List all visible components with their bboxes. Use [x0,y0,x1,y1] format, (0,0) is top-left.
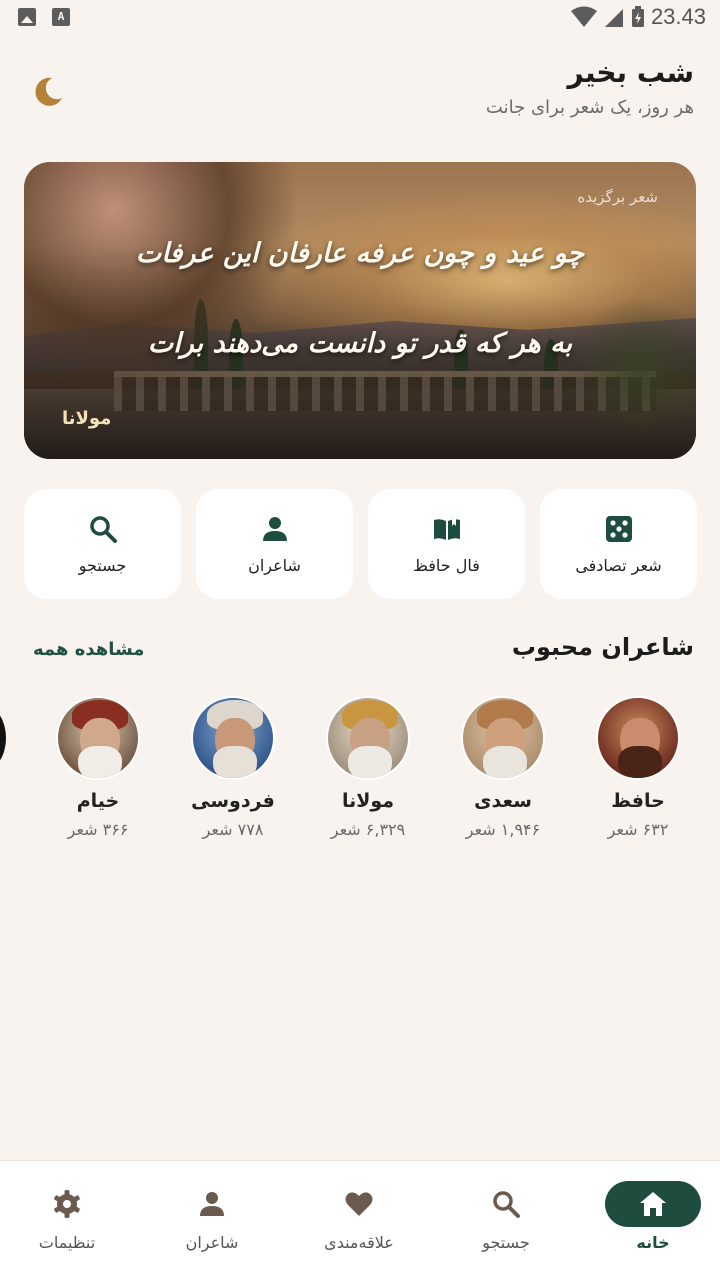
moon-icon[interactable] [30,74,66,110]
poet-count: ۳۶۶ شعر [67,820,129,839]
keyboard-notification-icon: A [52,8,70,26]
poet-name: خیام [76,790,120,812]
quick-actions: شعر تصادفی فال حافظ شاعران جستجو [24,489,697,599]
nav-poets-label: شاعران [185,1233,239,1252]
home-icon [640,1192,666,1216]
poet-count: ۷۷۸ شعر [202,820,264,839]
hafez-fortune-button[interactable]: فال حافظ [368,489,525,599]
greeting-title: شب بخیر [567,56,694,89]
poet-name: مولانا [341,790,395,812]
gear-icon [54,1190,80,1218]
greeting-subtitle: هر روز، یک شعر برای جانت [485,97,694,118]
hafez-fortune-label: فال حافظ [413,555,480,575]
nav-favorites-label: علاقه‌مندی [324,1233,394,1252]
featured-label: شعر برگزیده [577,188,658,206]
poet-name: سعدی [474,790,532,812]
poet-card-saadi[interactable]: سعدی ۱,۹۴۶ شعر [438,696,568,839]
poets-button[interactable]: شاعران [196,489,353,599]
person-icon [200,1192,224,1216]
status-bar: A 23.43 [0,0,720,36]
nav-home-label: خانه [636,1233,670,1252]
nav-search[interactable]: جستجو [446,1181,566,1252]
dice-icon [605,515,632,542]
poets-carousel[interactable]: حافظ ۶۳۲ شعر سعدی ۱,۹۴۶ شعر مولانا ۶,۳۲۹… [0,696,720,856]
search-label: جستجو [78,555,127,575]
poet-count: ۶,۳۲۹ شعر [330,820,406,839]
featured-poem-card[interactable]: شعر برگزیده چو عید و چون عرفه عارفان این… [24,162,696,459]
poem-verse-2: به هر که قدر تو دانست می‌دهند برات [147,328,573,359]
heart-icon [345,1192,373,1216]
poet-card-molana[interactable]: مولانا ۶,۳۲۹ شعر [303,696,433,839]
poet-card-hafez[interactable]: حافظ ۶۳۲ شعر [573,696,703,839]
poet-name: حافظ [611,790,665,812]
avatar [461,696,545,780]
random-poem-button[interactable]: شعر تصادفی [540,489,697,599]
wifi-icon [570,6,597,27]
home-screen: A 23.43 شب بخیر هر روز، یک شعر برای جانت… [0,0,720,1280]
search-icon [493,1191,520,1218]
nav-settings-label: تنظیمات [38,1233,96,1252]
signal-icon [604,9,623,27]
avatar [56,696,140,780]
poet-card-khayyam[interactable]: خیام ۳۶۶ شعر [33,696,163,839]
avatar [191,696,275,780]
see-all-link[interactable]: مشاهده همه [33,639,144,660]
random-poem-label: شعر تصادفی [575,555,662,575]
poem-poet: مولانا [62,408,112,429]
nav-search-label: جستجو [482,1233,530,1252]
person-icon [262,516,287,541]
poet-card-ferdowsi[interactable]: فردوسی ۷۷۸ شعر [168,696,298,839]
nav-settings[interactable]: تنظیمات [7,1181,127,1252]
poem-verse-1: چو عید و چون عرفه عارفان این عرفات [135,238,585,269]
nav-home[interactable]: خانه [593,1181,713,1252]
nav-favorites[interactable]: علاقه‌مندی [299,1181,419,1252]
avatar [596,696,680,780]
book-open-icon [433,516,460,540]
poets-label: شاعران [248,555,301,575]
battery-icon [631,6,644,27]
section-title: شاعران محبوب [511,633,694,661]
bottom-navigation: خانه جستجو علاقه‌مندی شاعران [0,1160,720,1280]
clock: 23.43 [650,4,706,29]
search-icon [89,515,117,543]
poet-count: ۶۳۲ شعر [607,820,669,839]
nav-poets[interactable]: شاعران [152,1181,272,1252]
gallery-notification-icon [18,8,36,26]
search-button[interactable]: جستجو [24,489,181,599]
avatar [326,696,410,780]
poet-name: فردوسی [191,790,275,812]
poet-count: ۱,۹۴۶ شعر [465,820,541,839]
greeting-header: شب بخیر هر روز، یک شعر برای جانت [486,56,694,118]
